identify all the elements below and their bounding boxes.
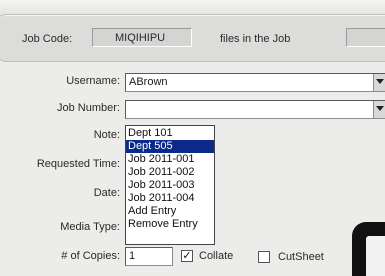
files-count-field — [346, 28, 385, 47]
collate-label: Collate — [199, 250, 234, 262]
copies-value: 1 — [129, 250, 136, 262]
requested-time-label: Requested Time: — [36, 158, 120, 170]
note-option[interactable]: Job 2011-003 — [126, 179, 214, 192]
cutsheet-checkbox[interactable] — [258, 251, 270, 263]
note-label: Note: — [93, 129, 120, 141]
collate-checkbox[interactable]: ✓ — [181, 250, 193, 262]
copies-label: # of Copies: — [61, 250, 120, 262]
username-label: Username: — [66, 75, 120, 87]
files-in-job-label: files in the Job — [220, 33, 291, 45]
note-option[interactable]: Job 2011-004 — [126, 192, 214, 205]
job-number-chevron-down-icon[interactable] — [373, 101, 385, 118]
note-option-selected[interactable]: Dept 505 — [126, 140, 214, 153]
note-option[interactable]: Dept 101 — [126, 127, 214, 140]
username-dropdown[interactable]: ABrown — [125, 73, 385, 92]
username-value: ABrown — [129, 76, 168, 88]
cutsheet-label: CutSheet — [278, 251, 324, 263]
note-option[interactable]: Job 2011-001 — [126, 153, 214, 166]
callout-number-graphic — [352, 222, 385, 276]
media-type-label: Media Type: — [60, 221, 120, 233]
job-code-field: MIQIHIPU — [92, 28, 192, 47]
copies-input[interactable]: 1 — [125, 247, 173, 266]
note-option-add-entry[interactable]: Add Entry — [126, 205, 214, 218]
job-code-value: MIQIHIPU — [115, 32, 166, 44]
note-dropdown-list[interactable]: Dept 101 Dept 505 Job 2011-001 Job 2011-… — [125, 125, 215, 245]
check-icon: ✓ — [182, 250, 192, 262]
job-number-label: Job Number: — [57, 102, 120, 114]
date-label: Date: — [93, 187, 120, 199]
note-option[interactable]: Job 2011-002 — [126, 166, 214, 179]
job-number-dropdown[interactable] — [125, 100, 385, 119]
note-option-remove-entry[interactable]: Remove Entry — [126, 218, 214, 231]
window: Job Code: MIQIHIPU files in the Job User… — [0, 0, 385, 276]
job-code-label: Job Code: — [22, 33, 73, 45]
username-chevron-down-icon[interactable] — [373, 74, 385, 91]
